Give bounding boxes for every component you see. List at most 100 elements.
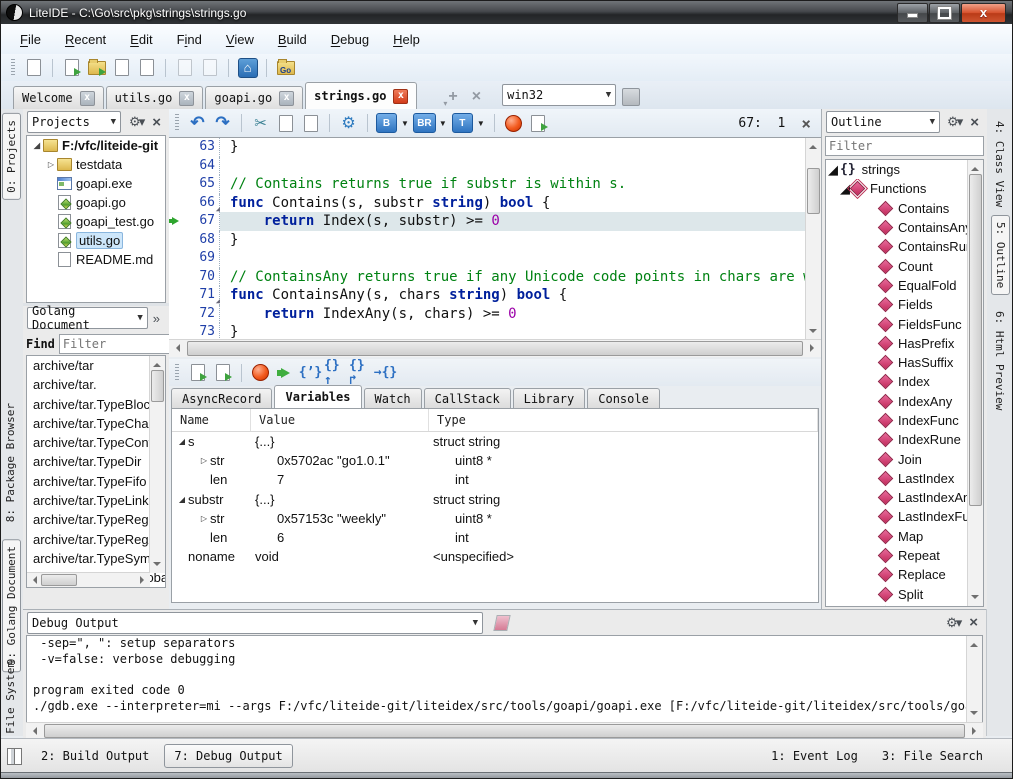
- home-icon[interactable]: ⌂: [236, 57, 259, 79]
- tab-close-icon[interactable]: x: [279, 91, 294, 106]
- file-tree-item[interactable]: goapi.go: [27, 193, 165, 212]
- outline-item-replace[interactable]: Replace: [826, 565, 983, 584]
- scroll-right-icon[interactable]: [140, 576, 148, 584]
- list-item[interactable]: archive/tar.TypeLink: [27, 491, 165, 510]
- clear-output-icon[interactable]: [493, 615, 510, 631]
- outline-item-map[interactable]: Map: [826, 527, 983, 546]
- tree-expander-icon[interactable]: ◢: [840, 181, 850, 197]
- table-row[interactable]: len7int: [172, 470, 818, 489]
- code-line[interactable]: 64: [169, 157, 821, 176]
- scroll-thumb[interactable]: [44, 724, 965, 738]
- file-tree-item[interactable]: README.md: [27, 250, 165, 269]
- scroll-up-icon[interactable]: [153, 359, 161, 367]
- chevron-down-icon[interactable]: ▼: [477, 119, 485, 128]
- side-tab-0-projects[interactable]: 0: Projects: [2, 113, 21, 200]
- side-tab-file-system[interactable]: File System: [2, 655, 19, 740]
- outline-item-fieldsfunc[interactable]: FieldsFunc: [826, 314, 983, 333]
- outline-item-lastindexany[interactable]: LastIndexAny: [826, 488, 983, 507]
- new-file-icon[interactable]: [22, 57, 45, 79]
- minimize-icon[interactable]: [897, 3, 928, 23]
- step-over-icon[interactable]: {}↑: [324, 362, 347, 384]
- scroll-right-icon[interactable]: [810, 344, 818, 352]
- code-line[interactable]: 63}: [169, 138, 821, 157]
- build-test-icon[interactable]: T: [451, 112, 474, 134]
- menu-recent[interactable]: Recent: [54, 29, 117, 50]
- paste-icon[interactable]: [299, 112, 322, 134]
- tab-goapi.go[interactable]: goapi.gox: [205, 86, 303, 109]
- toggle-panels-icon[interactable]: [7, 748, 22, 765]
- outline-item-hasprefix[interactable]: HasPrefix: [826, 334, 983, 353]
- tab-utils.go[interactable]: utils.gox: [106, 86, 204, 109]
- docs-selector[interactable]: Golang Document ▼: [27, 307, 148, 329]
- build-run-icon[interactable]: BR: [413, 112, 436, 134]
- side-tab-9-golang-document[interactable]: 9: Golang Document: [2, 539, 21, 672]
- close-icon[interactable]: x: [961, 3, 1006, 23]
- menu-view[interactable]: View: [215, 29, 265, 50]
- more-tools-icon[interactable]: »: [148, 311, 165, 326]
- outline-root[interactable]: ◢{}strings: [826, 160, 983, 179]
- scroll-down-icon[interactable]: [153, 562, 161, 570]
- menu-debug[interactable]: Debug: [320, 29, 380, 50]
- build-target-select[interactable]: win32 ▼: [502, 84, 616, 106]
- scroll-down-icon[interactable]: [971, 595, 979, 603]
- run-to-icon[interactable]: →{}: [374, 362, 397, 384]
- code-line[interactable]: 71◢func ContainsAny(s, chars string) boo…: [169, 286, 821, 305]
- close-icon[interactable]: ×: [966, 114, 983, 131]
- status-7-debug-output[interactable]: 7: Debug Output: [164, 744, 292, 768]
- column-name[interactable]: Name: [172, 409, 251, 431]
- build-config-icon[interactable]: ⚙: [337, 112, 360, 134]
- save-file-icon[interactable]: [110, 57, 133, 79]
- scroll-down-icon[interactable]: [970, 711, 978, 719]
- table-row[interactable]: len6int: [172, 528, 818, 547]
- table-row[interactable]: ▷str0x5702ac "go1.0.1"uint8 *: [172, 451, 818, 470]
- debug-tab-callstack[interactable]: CallStack: [424, 388, 511, 408]
- stop-debug-icon[interactable]: [249, 362, 272, 384]
- editor-vscrollbar[interactable]: [805, 138, 821, 340]
- table-row[interactable]: ◢substr{...}struct string: [172, 490, 818, 509]
- menu-edit[interactable]: Edit: [119, 29, 163, 50]
- list-item[interactable]: archive/tar: [27, 356, 165, 375]
- outline-selector[interactable]: Outline ▼: [826, 111, 940, 133]
- copy-icon[interactable]: [274, 112, 297, 134]
- scroll-up-icon[interactable]: [970, 639, 978, 647]
- tree-expander-icon[interactable]: ▷: [198, 514, 210, 523]
- scroll-thumb[interactable]: [969, 174, 982, 506]
- side-tab-4-class-view[interactable]: 4: Class View: [991, 115, 1008, 213]
- scroll-right-icon[interactable]: [972, 727, 980, 735]
- step-out-icon[interactable]: {}↱: [349, 362, 372, 384]
- cut-icon[interactable]: ✂: [249, 112, 272, 134]
- outline-item-splitafter[interactable]: SplitAfter: [826, 604, 983, 607]
- list-item[interactable]: archive/tar.TypeRegA: [27, 530, 165, 549]
- tab-close-icon[interactable]: x: [80, 91, 95, 106]
- record-save-icon[interactable]: [186, 362, 209, 384]
- outline-filter-input[interactable]: [825, 136, 984, 156]
- list-item[interactable]: archive/tar.TypeSymlink: [27, 549, 165, 568]
- outline-item-join[interactable]: Join: [826, 449, 983, 468]
- scroll-left-icon[interactable]: [29, 727, 37, 735]
- table-row[interactable]: nonamevoid<unspecified>: [172, 547, 818, 566]
- new-tab-icon[interactable]: +: [448, 88, 457, 106]
- outline-item-hassuffix[interactable]: HasSuffix: [826, 353, 983, 372]
- debug-tab-library[interactable]: Library: [513, 388, 586, 408]
- record-close-icon[interactable]: [211, 362, 234, 384]
- outline-item-containsany[interactable]: ContainsAny: [826, 218, 983, 237]
- tree-expander-icon[interactable]: ◢: [31, 141, 43, 150]
- tree-expander-icon[interactable]: ◢: [176, 437, 188, 446]
- goto-icon[interactable]: [527, 112, 550, 134]
- file-tree-item[interactable]: ▷testdata: [27, 155, 165, 174]
- editor-hscrollbar[interactable]: [169, 339, 821, 357]
- column-value[interactable]: Value: [251, 409, 429, 431]
- docs-hscrollbar[interactable]: [27, 572, 150, 587]
- chevron-down-icon[interactable]: ▼: [439, 119, 447, 128]
- debug-tab-console[interactable]: Console: [587, 388, 660, 408]
- outline-item-lastindex[interactable]: LastIndex: [826, 469, 983, 488]
- scroll-up-icon[interactable]: [809, 141, 817, 149]
- side-tab-6-html-preview[interactable]: 6: Html Preview: [991, 305, 1008, 416]
- docs-vscrollbar[interactable]: [149, 356, 165, 573]
- projects-selector[interactable]: Projects ▼: [27, 111, 121, 133]
- tree-expander-icon[interactable]: ◢: [828, 162, 838, 178]
- debug-tab-asyncrecord[interactable]: AsyncRecord: [171, 388, 272, 408]
- menu-file[interactable]: File: [9, 29, 52, 50]
- output-vscrollbar[interactable]: [966, 636, 982, 722]
- code-line[interactable]: 65// Contains returns true if substr is …: [169, 175, 821, 194]
